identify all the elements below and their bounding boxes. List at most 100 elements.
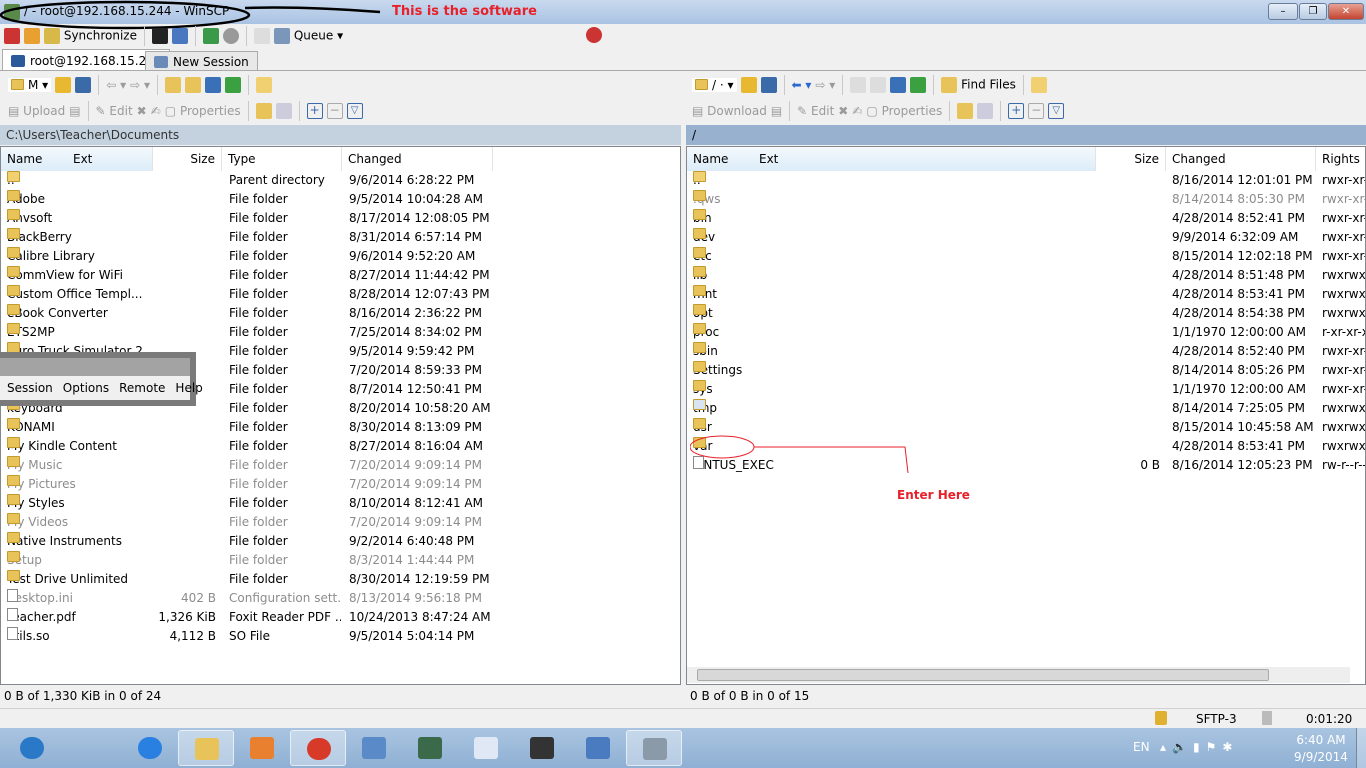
scrollbar-thumb[interactable]: [697, 669, 1269, 681]
edit-button[interactable]: ✎ Edit: [96, 104, 133, 118]
file-row[interactable]: Anvsoft File folder 8/17/2014 12:08:05 PM: [1, 209, 680, 228]
back-button[interactable]: ⬅ ▾: [792, 78, 812, 92]
upload-button[interactable]: ▤ Upload: [8, 104, 65, 118]
refresh-icon[interactable]: [910, 76, 927, 93]
clock-time[interactable]: 6:40 AM: [1294, 733, 1348, 747]
new-file-icon[interactable]: [275, 102, 292, 119]
file-row[interactable]: dev 9/9/2014 6:32:09 AM rwxr-xr-x: [687, 228, 1365, 247]
file-row[interactable]: .. Parent directory 9/6/2014 6:28:22 PM: [1, 171, 680, 190]
file-row[interactable]: Setup File folder 8/3/2014 1:44:44 PM: [1, 551, 680, 570]
refresh-session-icon[interactable]: [203, 27, 219, 44]
select-plus-icon[interactable]: +: [306, 102, 323, 119]
minimize-button[interactable]: –: [1268, 3, 1298, 20]
taskbar-start[interactable]: [4, 730, 48, 766]
rename-icon[interactable]: ✍: [151, 104, 161, 118]
close-button[interactable]: ✕: [1328, 3, 1364, 20]
file-row[interactable]: desktop.ini 402 B Configuration sett... 8/1…: [1, 589, 680, 608]
menu-options[interactable]: Options: [63, 381, 109, 395]
select-filter-icon[interactable]: ▽: [1048, 102, 1065, 119]
horizontal-scrollbar[interactable]: [687, 667, 1350, 683]
taskbar-game[interactable]: [514, 730, 570, 766]
select-filter-icon[interactable]: ▽: [346, 102, 363, 119]
file-row[interactable]: tmp 8/14/2014 7:25:05 PM rwxrwxrwx: [687, 399, 1365, 418]
home-icon[interactable]: [890, 76, 907, 93]
delete-icon[interactable]: ✖: [838, 104, 848, 118]
synchronize-button[interactable]: Synchronize: [44, 27, 137, 44]
forward-button[interactable]: ⇨ ▾: [130, 78, 150, 92]
clock-date[interactable]: 9/9/2014: [1294, 750, 1348, 764]
open-folder-icon[interactable]: [740, 76, 757, 93]
select-minus-icon[interactable]: −: [1028, 102, 1045, 119]
column-size[interactable]: Size: [153, 147, 222, 171]
tree-icon[interactable]: [256, 76, 273, 93]
show-desktop-button[interactable]: [1356, 728, 1366, 768]
file-row[interactable]: My Videos File folder 7/20/2014 9:09:14 PM: [1, 513, 680, 532]
file-row[interactable]: BlackBerry File folder 8/31/2014 6:57:14 P…: [1, 228, 680, 247]
right-drive-select[interactable]: / · ▾: [692, 77, 737, 92]
right-path-bar[interactable]: /: [686, 125, 1366, 145]
menu-session[interactable]: Session: [7, 381, 53, 395]
column-rights[interactable]: Rights: [1316, 147, 1365, 171]
column-changed[interactable]: Changed: [342, 147, 493, 171]
file-row[interactable]: eBook Converter File folder 8/16/2014 2:36…: [1, 304, 680, 323]
file-row[interactable]: bin 4/28/2014 8:52:41 PM rwxr-xr-x: [687, 209, 1365, 228]
root-dir-icon[interactable]: [870, 76, 887, 93]
taskbar-internet-explorer[interactable]: [122, 730, 178, 766]
taskbar-media-player[interactable]: [234, 730, 290, 766]
root-dir-icon[interactable]: [185, 76, 202, 93]
file-row[interactable]: opt 4/28/2014 8:54:38 PM rwxrwxr-x: [687, 304, 1365, 323]
left-file-list[interactable]: Name Ext Size Type Changed .. Parent direc…: [0, 146, 681, 685]
file-row[interactable]: sbin 4/28/2014 8:52:40 PM rwxr-xr-x: [687, 342, 1365, 361]
tray-icons[interactable]: ▴🔈▮⚑✱: [1160, 740, 1238, 754]
file-row[interactable]: CommView for WiFi File folder 8/27/2014 11…: [1, 266, 680, 285]
file-row[interactable]: utils.so 4,112 B SO File 9/5/2014 5:04:14 P…: [1, 627, 680, 646]
console-icon[interactable]: [152, 27, 168, 44]
delete-icon[interactable]: ✖: [137, 104, 147, 118]
parent-dir-icon[interactable]: [850, 76, 867, 93]
compare-icon[interactable]: [4, 27, 20, 44]
taskbar-window[interactable]: [458, 730, 514, 766]
left-path-bar[interactable]: C:\Users\Teacher\Documents: [0, 125, 681, 145]
putty-icon[interactable]: [172, 27, 188, 44]
file-row[interactable]: Teacher.pdf 1,326 KiB Foxit Reader PDF ...…: [1, 608, 680, 627]
file-row[interactable]: Settings 8/14/2014 8:05:26 PM rwxr-xr-x: [687, 361, 1365, 380]
filter-icon[interactable]: [760, 76, 777, 93]
file-row[interactable]: Test Drive Unlimited File folder 8/30/2014…: [1, 570, 680, 589]
synchronize-browse-icon[interactable]: [24, 27, 40, 44]
taskbar-chrome[interactable]: [290, 730, 346, 766]
find-files-button[interactable]: Find Files: [941, 76, 1016, 93]
column-name[interactable]: Name Ext: [1, 147, 153, 171]
file-row[interactable]: KONAMI File folder 8/30/2014 8:13:09 PM: [1, 418, 680, 437]
file-row[interactable]: .. 8/16/2014 12:01:01 PM rwxr-xr-x: [687, 171, 1365, 190]
taskbar-remote-desktop[interactable]: [570, 730, 626, 766]
file-row[interactable]: My Styles File folder 8/10/2014 8:12:41 AM: [1, 494, 680, 513]
download-button[interactable]: ▤ Download: [692, 104, 767, 118]
refresh-icon[interactable]: [225, 76, 242, 93]
left-drive-select[interactable]: M ▾: [8, 77, 52, 92]
select-minus-icon[interactable]: −: [326, 102, 343, 119]
home-icon[interactable]: [205, 76, 222, 93]
queue-button[interactable]: Queue ▾: [274, 27, 343, 44]
column-ext[interactable]: Ext: [759, 147, 778, 171]
open-folder-icon[interactable]: [55, 76, 72, 93]
properties-button[interactable]: ▢ Properties: [866, 104, 942, 118]
file-row[interactable]: mnt 4/28/2014 8:53:41 PM rwxrwxr-x: [687, 285, 1365, 304]
taskbar-calculator[interactable]: [346, 730, 402, 766]
file-row[interactable]: etc 8/15/2014 12:02:18 PM rwxr-xr-x: [687, 247, 1365, 266]
file-row[interactable]: Calibre Library File folder 9/6/2014 9:52:…: [1, 247, 680, 266]
select-plus-icon[interactable]: +: [1008, 102, 1025, 119]
new-folder-icon[interactable]: [957, 102, 974, 119]
file-row[interactable]: My Music File folder 7/20/2014 9:09:14 PM: [1, 456, 680, 475]
file-row[interactable]: Custom Office Templ... File folder 8/28/20…: [1, 285, 680, 304]
file-row[interactable]: .qws 8/14/2014 8:05:30 PM rwxr-xr-x: [687, 190, 1365, 209]
file-row[interactable]: Native Instruments File folder 9/2/2014 6:…: [1, 532, 680, 551]
rename-icon[interactable]: ✍: [852, 104, 862, 118]
language-indicator[interactable]: EN: [1133, 740, 1150, 754]
file-row[interactable]: sys 1/1/1970 12:00:00 AM rwxr-xr-x: [687, 380, 1365, 399]
column-ext[interactable]: Ext: [73, 147, 92, 171]
properties-button[interactable]: ▢ Properties: [165, 104, 241, 118]
taskbar-winscp[interactable]: [626, 730, 682, 766]
new-folder-icon[interactable]: [255, 102, 272, 119]
edit-button[interactable]: ✎ Edit: [797, 104, 834, 118]
parent-dir-icon[interactable]: [165, 76, 182, 93]
